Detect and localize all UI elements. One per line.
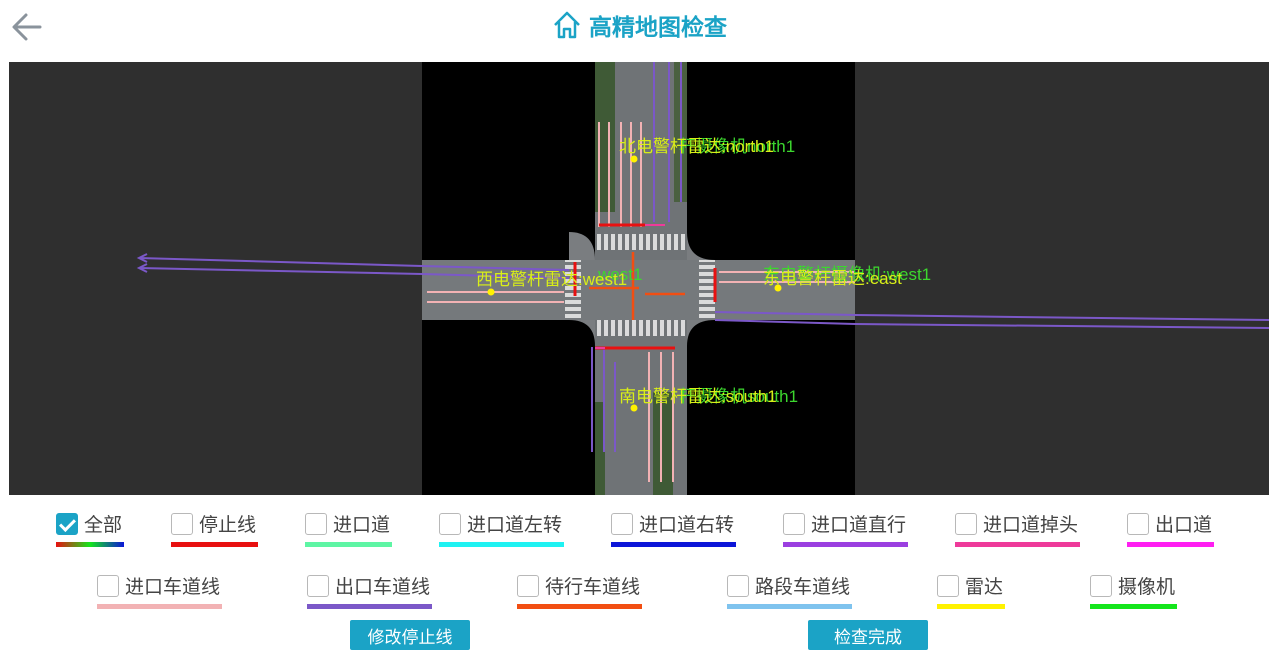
legend-item-entry-laneline[interactable]: 进口车道线: [97, 572, 222, 609]
legend-item-exit-laneline[interactable]: 出口车道线: [307, 572, 432, 609]
check-done-button[interactable]: 检查完成: [808, 620, 928, 650]
checkbox-all[interactable]: [56, 512, 78, 535]
legend-item-waiting-laneline[interactable]: 待行车道线: [517, 572, 642, 609]
color-bar: [611, 542, 736, 547]
color-bar: [1127, 542, 1214, 547]
legend-item-radar[interactable]: 雷达: [937, 572, 1005, 609]
modify-stopline-button[interactable]: 修改停止线: [350, 620, 470, 650]
radar-label-north: 杆摄像机north1 北电警杆雷达:north1: [619, 137, 796, 156]
checkbox-entry-uturn[interactable]: [955, 512, 977, 535]
color-bar: [439, 542, 564, 547]
color-bar: [307, 604, 432, 609]
legend-item-entry-uturn[interactable]: 进口道掉头: [955, 510, 1080, 547]
color-bar: [955, 542, 1080, 547]
color-bar: [1090, 604, 1177, 609]
radar-label-east: 东电警杆摄像机:west1 东电警杆雷达:east: [763, 265, 932, 288]
legend-item-entry-left[interactable]: 进口道左转: [439, 510, 564, 547]
checkbox-entry[interactable]: [305, 512, 327, 535]
layer-legend: 全部 停止线 进口道 进口道左转 进口道右转 进口道直行 进口道掉头 出口道 进…: [0, 500, 1278, 620]
checkbox-exit[interactable]: [1127, 512, 1149, 535]
checkbox-road-laneline[interactable]: [727, 574, 749, 597]
legend-item-road-laneline[interactable]: 路段车道线: [727, 572, 852, 609]
color-bar: [305, 542, 392, 547]
checkbox-waiting-laneline[interactable]: [517, 574, 539, 597]
checkbox-exit-laneline[interactable]: [307, 574, 329, 597]
hd-map-view[interactable]: 杆摄像机north1 北电警杆雷达:north1 west1 西电警杆雷达:we…: [9, 62, 1269, 495]
checkbox-radar[interactable]: [937, 574, 959, 597]
checkbox-entry-laneline[interactable]: [97, 574, 119, 597]
legend-item-exit[interactable]: 出口道: [1127, 510, 1214, 547]
checkbox-stopline[interactable]: [171, 512, 193, 535]
legend-item-entry-right[interactable]: 进口道右转: [611, 510, 736, 547]
checkbox-camera[interactable]: [1090, 574, 1112, 597]
legend-item-entry-straight[interactable]: 进口道直行: [783, 510, 908, 547]
legend-item-entry[interactable]: 进口道: [305, 510, 392, 547]
radar-label-south: 杆摄像机south1 南电警杆雷达:south1: [619, 387, 799, 406]
color-bar: [727, 604, 852, 609]
checkbox-entry-straight[interactable]: [783, 512, 805, 535]
page-title: 高精地图检查: [589, 14, 727, 40]
title-group: 高精地图检查: [0, 8, 1278, 42]
legend-item-stopline[interactable]: 停止线: [171, 510, 258, 547]
legend-item-camera[interactable]: 摄像机: [1090, 572, 1177, 609]
color-bar: [517, 604, 642, 609]
color-bar: [171, 542, 258, 547]
color-bar: [783, 542, 908, 547]
radar-label-west: west1 西电警杆雷达:west1: [476, 265, 643, 289]
color-bar: [937, 604, 1005, 609]
legend-item-all[interactable]: 全部: [56, 510, 124, 547]
color-bar: [56, 542, 124, 547]
checkbox-entry-right[interactable]: [611, 512, 633, 535]
color-bar: [97, 604, 222, 609]
page-header: 高精地图检查: [0, 0, 1278, 56]
checkbox-entry-left[interactable]: [439, 512, 461, 535]
home-icon: [554, 11, 580, 39]
